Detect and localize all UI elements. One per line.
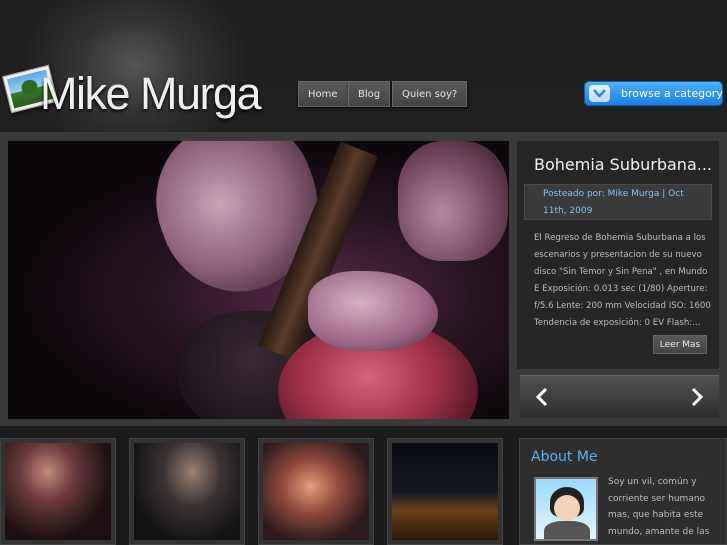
nav-home[interactable]: Home [298,81,348,107]
browse-category-button[interactable]: browse a category [584,81,723,106]
about-text: Soy un vil, común y corriente ser humano… [608,477,710,537]
thumbnail[interactable] [387,438,503,545]
slider-controls [520,375,719,418]
nav-blog[interactable]: Blog [348,81,391,107]
thumbnail[interactable] [258,438,374,545]
chevron-down-icon [589,85,610,102]
about-title: About Me [531,449,598,465]
post-excerpt: El Regreso de Bohemia Suburbana a los es… [534,233,711,328]
chevron-left-icon[interactable] [534,387,550,411]
post-meta: Posteado por: Mike Murga | Oct 11th, 200… [524,184,712,220]
browse-category-label: browse a category [621,87,723,100]
site-logo[interactable]: Mike Murga [40,68,262,120]
avatar [534,477,598,541]
about-widget: About Me Soy un vil, común y corriente s… [519,438,727,545]
thumbnail[interactable] [129,438,245,545]
chevron-right-icon[interactable] [689,387,705,411]
read-more-button[interactable]: Leer Mas [653,335,707,354]
site-header: Mike Murga Home Blog Quien soy? browse a… [0,0,727,160]
thumbnail[interactable] [0,438,116,545]
featured-photo[interactable] [8,141,509,419]
featured-title[interactable]: Bohemia Suburbana... [534,155,712,174]
nav-quien-soy[interactable]: Quien soy? [392,81,468,107]
